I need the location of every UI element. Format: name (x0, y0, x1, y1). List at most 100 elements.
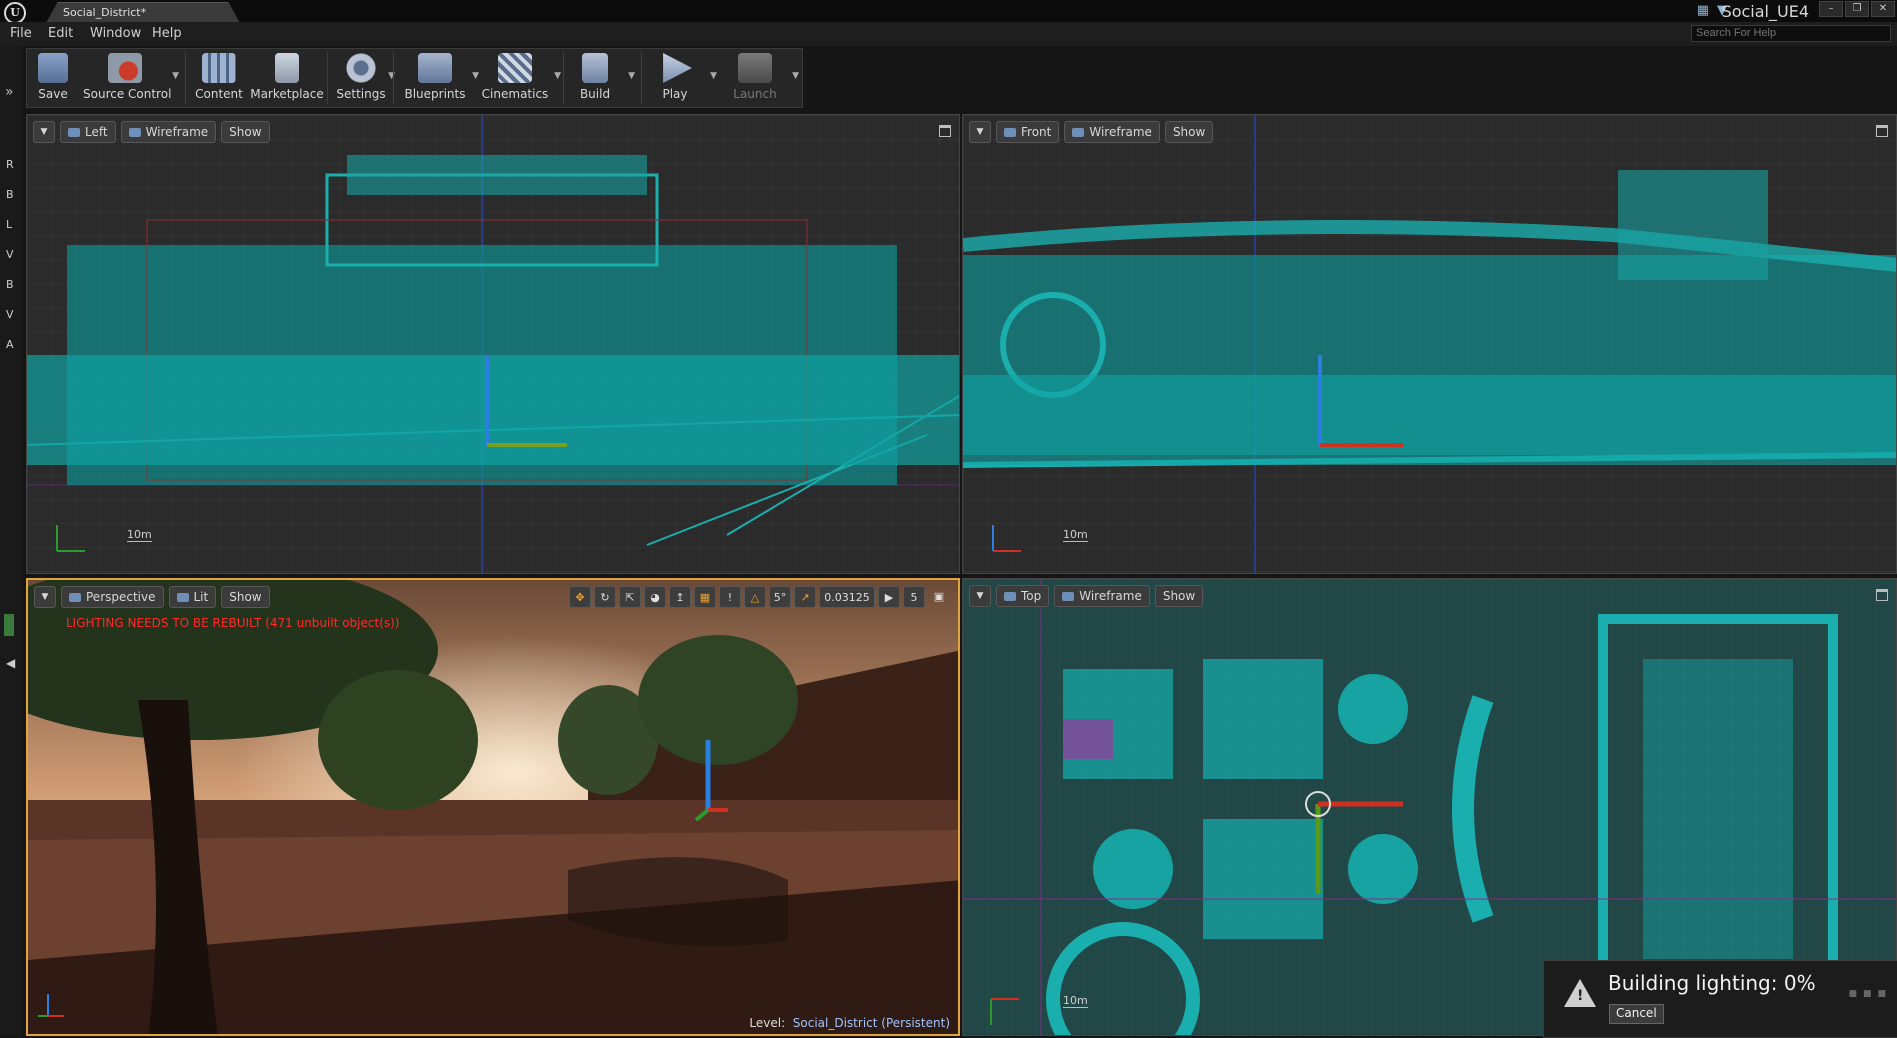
maximize-button[interactable]: ❐ (1845, 1, 1869, 17)
rotate-icon[interactable]: ↻ (594, 586, 616, 608)
viewport-left[interactable]: ▼ Left Wireframe Show 10m (26, 114, 960, 574)
scale-snap-value[interactable]: 0.03125 (819, 586, 875, 608)
show-button[interactable]: Show (1154, 585, 1204, 607)
menu-edit[interactable]: Edit (48, 26, 73, 41)
translate-icon[interactable]: ✥ (569, 586, 591, 608)
save-label: Save (38, 87, 68, 101)
view-type-button[interactable]: Front (996, 121, 1060, 143)
settings-button[interactable]: Settings ▼ (331, 49, 395, 107)
maximize-viewport-icon[interactable]: ▣ (928, 586, 950, 608)
cinematics-label: Cinematics (481, 87, 549, 101)
sidebar-tab[interactable]: R (6, 158, 14, 171)
content-button[interactable]: Content (191, 49, 247, 107)
menu-window[interactable]: Window (90, 26, 141, 41)
source-control-icon (108, 53, 142, 83)
save-button[interactable]: Save (29, 49, 77, 107)
view-mode-button[interactable]: Wireframe (1064, 121, 1160, 143)
marketplace-button[interactable]: Marketplace (249, 49, 325, 107)
surface-snap-icon[interactable]: ↥ (669, 586, 691, 608)
viewport-perspective[interactable]: ▼ Perspective Lit Show ✥ ↻ ⇱ ◕ ↥ ▦ ! △ 5… (26, 578, 960, 1036)
viewport-options-dropdown[interactable]: ▼ (34, 586, 56, 608)
source-control-label: Source Control (83, 87, 172, 101)
view-type-button[interactable]: Top (996, 585, 1050, 607)
expand-arrow-icon[interactable]: » (5, 84, 14, 100)
rotation-snap-icon[interactable]: △ (744, 586, 766, 608)
camera-speed-value[interactable]: 5 (903, 586, 925, 608)
content-label: Content (195, 87, 243, 101)
show-button[interactable]: Show (221, 586, 270, 608)
menu-help[interactable]: Help (152, 26, 182, 41)
viewport-options-dropdown[interactable]: ▼ (969, 585, 991, 607)
menu-bar: File Edit Window Help (0, 22, 1897, 46)
toolbar-separator (185, 52, 186, 104)
scale-snap-icon[interactable]: ↗ (794, 586, 816, 608)
dropdown-arrow-icon[interactable]: ▼ (554, 71, 561, 81)
chat-icon[interactable]: ▦ (1697, 3, 1709, 18)
play-button[interactable]: Play ▼ (647, 49, 717, 107)
axis-gizmo-icon (56, 525, 85, 552)
viewport-front[interactable]: ▼ Front Wireframe Show 10m (962, 114, 1897, 574)
minimize-button[interactable]: – (1819, 1, 1843, 17)
camera-icon (69, 593, 81, 602)
launch-label: Launch (733, 87, 777, 101)
settings-label: Settings (336, 87, 386, 101)
maximize-viewport-icon[interactable] (939, 125, 951, 137)
transform-snap-toolbar: ✥ ↻ ⇱ ◕ ↥ ▦ ! △ 5° ↗ 0.03125 ▶ 5 ▣ (569, 586, 950, 608)
cancel-button[interactable]: Cancel (1609, 1004, 1664, 1024)
sidebar-tab[interactable]: V (6, 248, 14, 261)
launch-button[interactable]: Launch ▼ (727, 49, 799, 107)
view-mode-button[interactable]: Wireframe (1054, 585, 1150, 607)
viewport-options-dropdown[interactable]: ▼ (33, 121, 55, 143)
sidebar-tab[interactable]: B (6, 188, 14, 201)
world-space-icon[interactable]: ◕ (644, 586, 666, 608)
grid-snap-value[interactable]: ! (719, 586, 741, 608)
dropdown-arrow-icon[interactable]: ▼ (710, 71, 717, 81)
search-help-input[interactable] (1691, 25, 1891, 42)
cinematics-button[interactable]: Cinematics ▼ (475, 49, 561, 107)
view-type-button[interactable]: Left (60, 121, 116, 143)
axis-gizmo-icon (990, 998, 1019, 1025)
scale-icon[interactable]: ⇱ (619, 586, 641, 608)
dropdown-arrow-icon[interactable]: ▼ (172, 71, 179, 81)
close-button[interactable]: ✕ (1871, 1, 1895, 17)
show-button[interactable]: Show (221, 121, 270, 143)
viewport-options-dropdown[interactable]: ▼ (969, 121, 991, 143)
play-icon (663, 53, 692, 83)
view-mode-label: Wireframe (145, 125, 209, 139)
dropdown-arrow-icon[interactable]: ▼ (628, 71, 635, 81)
view-type-button[interactable]: Perspective (61, 586, 164, 608)
grid-scale-label: 10m (1063, 528, 1088, 542)
sidebar-tab[interactable]: L (6, 218, 12, 231)
wireframe-grid (27, 115, 959, 573)
collapse-arrow-icon[interactable]: ◀ (6, 656, 15, 670)
lighting-warning: LIGHTING NEEDS TO BE REBUILT (471 unbuil… (66, 616, 400, 630)
view-type-label: Top (1021, 589, 1042, 603)
view-mode-button[interactable]: Wireframe (120, 121, 217, 143)
view-mode-label: Lit (193, 590, 209, 604)
sidebar-tab[interactable]: V (6, 308, 14, 321)
sidebar-tab[interactable]: B (6, 278, 14, 291)
show-button[interactable]: Show (1164, 121, 1214, 143)
maximize-viewport-icon[interactable] (1876, 125, 1888, 137)
level-tab[interactable]: Social_District* (46, 2, 240, 23)
source-control-button[interactable]: Source Control ▼ (83, 49, 179, 107)
lit-sphere-icon (176, 593, 189, 602)
collapse-handle[interactable] (4, 614, 14, 636)
view-type-label: Front (1021, 125, 1052, 139)
rotation-snap-value[interactable]: 5° (769, 586, 791, 608)
sidebar-tab[interactable]: A (6, 338, 14, 351)
camera-speed-icon[interactable]: ▶ (878, 586, 900, 608)
dropdown-arrow-icon[interactable]: ▼ (792, 71, 799, 81)
view-type-label: Perspective (86, 590, 156, 604)
build-button[interactable]: Build ▼ (569, 49, 635, 107)
view-mode-button[interactable]: Lit (168, 586, 217, 608)
title-bar: U Social_District* ▦ ▼ Social_UE4 – ❐ ✕ (0, 0, 1897, 24)
play-label: Play (662, 87, 688, 101)
blueprints-button[interactable]: Blueprints ▼ (399, 49, 479, 107)
menu-file[interactable]: File (10, 26, 32, 41)
grid-snap-icon[interactable]: ▦ (694, 586, 716, 608)
level-tab-label: Social_District* (63, 6, 147, 19)
floppy-disk-icon (38, 53, 68, 83)
maximize-viewport-icon[interactable] (1876, 589, 1888, 601)
window-controls: – ❐ ✕ (1819, 1, 1895, 17)
